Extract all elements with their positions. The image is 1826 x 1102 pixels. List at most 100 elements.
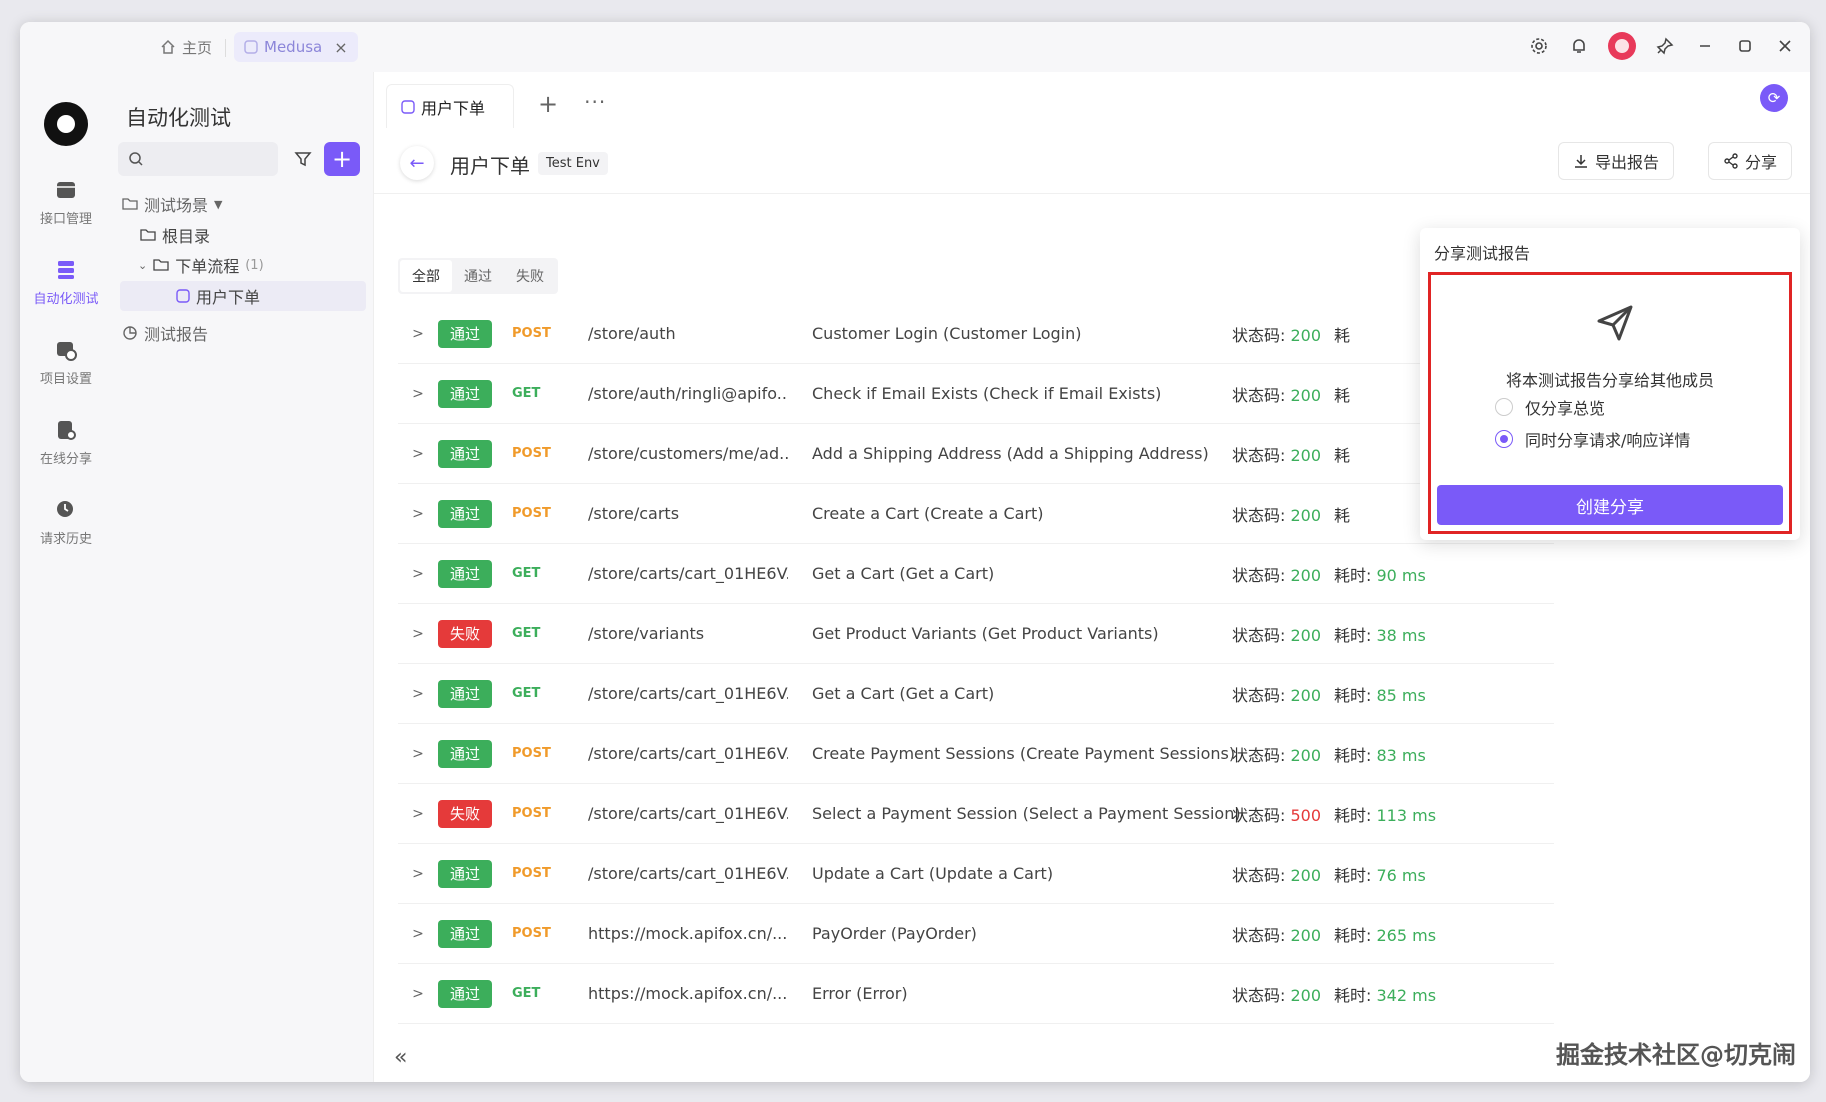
home-tab[interactable]: 主页	[150, 32, 222, 62]
folder-open-icon	[153, 259, 169, 271]
result-row[interactable]: > 通过 GET/store/carts/cart_01HE6V... Get a C…	[398, 664, 1554, 724]
status-prefix: 状态码:	[1232, 985, 1291, 1005]
sync-icon[interactable]: ⟳	[1760, 84, 1788, 112]
folder-icon	[140, 229, 156, 241]
option-details[interactable]: 同时分享请求/响应详情	[1495, 427, 1690, 451]
chevron-right-icon[interactable]: >	[398, 386, 438, 402]
result-row[interactable]: > 通过 POST https://mock.apifox.cn/... PayOrde…	[398, 904, 1554, 964]
add-button[interactable]: +	[324, 142, 360, 176]
result-badge: 通过	[438, 859, 492, 888]
status-prefix: 状态码:	[1232, 325, 1291, 345]
status-code: 状态码: 200	[1232, 382, 1321, 406]
result-row[interactable]: > 通过 GET/store/carts/cart_01HE6V... Get a C…	[398, 544, 1554, 604]
share-icon	[1724, 153, 1738, 169]
result-row[interactable]: > 通过 POST/store/carts Create a Cart (Create…	[398, 484, 1554, 544]
tree-item-case[interactable]: 用户下单	[120, 281, 366, 311]
duration: 耗时: 85 ms	[1334, 682, 1426, 706]
sidebar-title: 自动化测试	[126, 106, 231, 130]
result-row[interactable]: > 失败 GET/store/variants Get Product Variant…	[398, 604, 1554, 664]
automation-icon	[58, 261, 74, 279]
avatar[interactable]	[1608, 32, 1636, 60]
chevron-down-icon[interactable]: ⌄	[138, 259, 147, 272]
more-tabs-button[interactable]: ···	[584, 90, 606, 114]
chevron-right-icon[interactable]: >	[398, 326, 438, 342]
filter-fail[interactable]: 失败	[504, 260, 556, 292]
duration: 耗时: 76 ms	[1334, 862, 1426, 886]
bell-icon[interactable]	[1568, 35, 1590, 57]
export-report-button[interactable]: 导出报告	[1557, 142, 1674, 180]
chevron-right-icon[interactable]: >	[398, 986, 438, 1002]
request-path: https://mock.apifox.cn/...	[588, 984, 788, 1003]
collapse-sidebar-button[interactable]: «	[394, 1045, 407, 1070]
rail-item-history[interactable]: 请求历史	[20, 498, 112, 547]
chevron-right-icon[interactable]: >	[398, 506, 438, 522]
rail-item-automation[interactable]: 自动化测试	[20, 258, 112, 307]
result-row[interactable]: > 通过 GET/store/auth/ringli@apifo... Check i…	[398, 364, 1554, 424]
result-filter: 全部 通过 失败	[398, 258, 558, 294]
project-tab-medusa[interactable]: Medusa ×	[234, 32, 358, 62]
search-input[interactable]	[150, 151, 270, 167]
window-controls	[1528, 32, 1796, 60]
status-prefix: 状态码:	[1232, 925, 1291, 945]
share-button[interactable]: 分享	[1707, 142, 1792, 180]
chevron-right-icon[interactable]: >	[398, 746, 438, 762]
status-prefix: 状态码:	[1232, 505, 1291, 525]
result-row[interactable]: > 通过 POST/store/auth Customer Login (Custom…	[398, 304, 1554, 364]
status-value: 200	[1290, 925, 1322, 945]
result-row[interactable]: > 失败 POST/store/carts/cart_01HE6V... Select…	[398, 784, 1554, 844]
doc-tabs: 用户下单 + ···	[374, 72, 1810, 128]
rail-item-share[interactable]: 在线分享	[20, 418, 112, 467]
add-tab-button[interactable]: +	[538, 90, 558, 118]
chevron-right-icon[interactable]: >	[398, 686, 438, 702]
status-code: 状态码: 200	[1232, 322, 1321, 346]
radio-summary[interactable]	[1495, 398, 1513, 416]
option-summary[interactable]: 仅分享总览	[1495, 395, 1605, 419]
search-box[interactable]	[118, 142, 278, 176]
create-share-button[interactable]: 创建分享	[1437, 485, 1783, 525]
back-button[interactable]: ←	[400, 146, 434, 180]
radio-details[interactable]	[1495, 430, 1513, 448]
filter-pass[interactable]: 通过	[452, 260, 504, 292]
status-value: 200	[1290, 325, 1322, 345]
api-icon	[57, 182, 75, 198]
popover-title: 分享测试报告	[1434, 244, 1531, 263]
rail-item-api[interactable]: 接口管理	[20, 178, 112, 227]
request-path: /store/auth	[588, 324, 676, 343]
request-description: Select a Payment Session (Select a Payme…	[812, 804, 1241, 823]
result-row[interactable]: > 通过 POST/store/carts/cart_01HE6V... Create…	[398, 724, 1554, 784]
rail-item-settings[interactable]: 项目设置	[20, 338, 112, 387]
settings-icon	[57, 342, 77, 361]
filter-all[interactable]: 全部	[400, 260, 452, 292]
maximize-icon[interactable]	[1734, 35, 1756, 57]
chevron-right-icon[interactable]: >	[398, 866, 438, 882]
tab-user-order[interactable]: 用户下单	[386, 84, 515, 128]
close-icon[interactable]	[1774, 35, 1796, 57]
tree-item-reports[interactable]: 测试报告	[122, 318, 208, 348]
request-description: Check if Email Exists (Check if Email Ex…	[812, 384, 1162, 403]
status-prefix: 状态码:	[1232, 745, 1291, 765]
test-case-icon	[176, 289, 190, 303]
tree-item-folder[interactable]: ⌄ 下单流程 (1)	[138, 250, 264, 280]
filter-button[interactable]	[286, 142, 320, 176]
chevron-right-icon[interactable]: >	[398, 926, 438, 942]
gear-icon[interactable]	[1528, 35, 1550, 57]
chevron-right-icon[interactable]: >	[398, 566, 438, 582]
result-row[interactable]: > 通过 GET https://mock.apifox.cn/... Error (E…	[398, 964, 1554, 1024]
caret-down-icon[interactable]: ▼	[214, 198, 222, 211]
tree-item-root[interactable]: 根目录	[140, 220, 210, 250]
chevron-right-icon[interactable]: >	[398, 446, 438, 462]
request-description: Add a Shipping Address (Add a Shipping A…	[812, 444, 1209, 463]
minimize-icon[interactable]	[1694, 35, 1716, 57]
tree-item-scenarios[interactable]: 测试场景 ▼	[122, 189, 222, 219]
request-description: Update a Cart (Update a Cart)	[812, 864, 1054, 883]
chevron-right-icon[interactable]: >	[398, 806, 438, 822]
result-badge: 通过	[438, 679, 492, 708]
close-tab-icon[interactable]: ×	[334, 38, 347, 57]
request-path: /store/carts	[588, 504, 680, 523]
chevron-right-icon[interactable]: >	[398, 626, 438, 642]
nav-rail: 接口管理 自动化测试 项目设置 在线分享 请求历史	[20, 72, 112, 1082]
result-row[interactable]: > 通过 POST/store/carts/cart_01HE6V... Update…	[398, 844, 1554, 904]
time-prefix: 耗时:	[1334, 865, 1377, 885]
result-row[interactable]: > 通过 POST/store/customers/me/ad... Add a Sh…	[398, 424, 1554, 484]
pin-icon[interactable]	[1654, 35, 1676, 57]
